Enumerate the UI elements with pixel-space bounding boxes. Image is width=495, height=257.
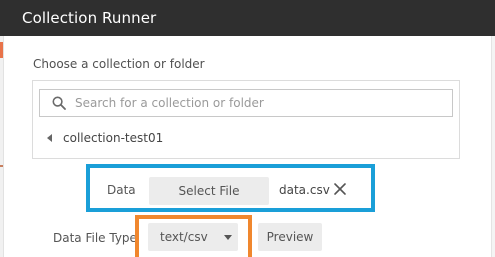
- selected-file-name: data.csv: [279, 183, 330, 197]
- preview-button[interactable]: Preview: [258, 223, 322, 251]
- chevron-down-icon: [223, 234, 232, 240]
- collection-list-item[interactable]: collection-test01: [47, 131, 163, 145]
- collection-picker-panel: collection-test01: [32, 80, 460, 159]
- background-accent-mark: [0, 42, 3, 58]
- background-window-edge-right: [491, 36, 495, 257]
- data-file-row-highlight: Data Select File data.csv: [86, 164, 375, 212]
- caret-left-icon[interactable]: [47, 134, 52, 142]
- collection-search-input[interactable]: [75, 96, 435, 110]
- file-type-dropdown[interactable]: text/csv: [148, 223, 238, 251]
- close-icon[interactable]: [332, 181, 348, 197]
- select-file-button[interactable]: Select File: [149, 177, 269, 205]
- search-icon: [52, 96, 66, 110]
- background-window-edge-left: [0, 36, 4, 257]
- collection-name: collection-test01: [63, 131, 164, 145]
- collection-search-box[interactable]: [39, 89, 453, 117]
- window-title: Collection Runner: [22, 9, 157, 27]
- data-file-type-label: Data File Type: [53, 231, 137, 245]
- collection-section-label: Choose a collection or folder: [33, 57, 205, 71]
- window-titlebar: Collection Runner: [0, 0, 495, 36]
- background-accent-mark: [0, 165, 3, 167]
- data-label: Data: [107, 183, 136, 197]
- file-type-selected-value: text/csv: [160, 230, 208, 244]
